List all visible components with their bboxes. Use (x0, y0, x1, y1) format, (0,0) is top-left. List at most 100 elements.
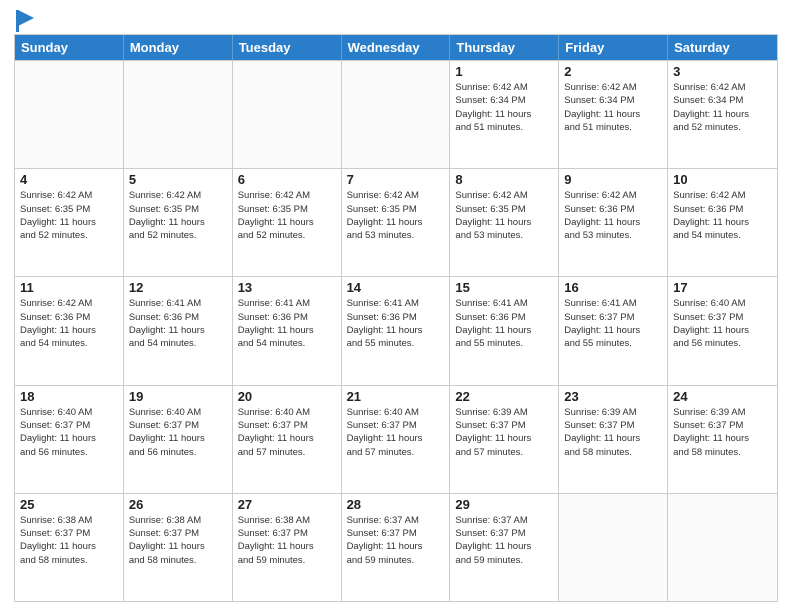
day-number: 29 (455, 497, 553, 512)
day-info: Sunrise: 6:42 AM Sunset: 6:35 PM Dayligh… (238, 189, 336, 242)
day-cell-10: 10 Sunrise: 6:42 AM Sunset: 6:36 PM Dayli… (668, 169, 777, 276)
day-info: Sunrise: 6:41 AM Sunset: 6:36 PM Dayligh… (238, 297, 336, 350)
day-info: Sunrise: 6:40 AM Sunset: 6:37 PM Dayligh… (129, 406, 227, 459)
day-cell-11: 11 Sunrise: 6:42 AM Sunset: 6:36 PM Dayli… (15, 277, 124, 384)
day-info: Sunrise: 6:40 AM Sunset: 6:37 PM Dayligh… (20, 406, 118, 459)
day-info: Sunrise: 6:42 AM Sunset: 6:36 PM Dayligh… (673, 189, 772, 242)
day-number: 5 (129, 172, 227, 187)
day-cell-5: 5 Sunrise: 6:42 AM Sunset: 6:35 PM Daylig… (124, 169, 233, 276)
logo-icon (16, 10, 34, 32)
week-row-4: 18Sunrise: 6:40 AM Sunset: 6:37 PM Dayli… (15, 385, 777, 493)
day-number: 12 (129, 280, 227, 295)
header-day-saturday: Saturday (668, 35, 777, 60)
day-number: 22 (455, 389, 553, 404)
header (14, 10, 778, 28)
day-cell-26: 26 Sunrise: 6:38 AM Sunset: 6:37 PM Dayli… (124, 494, 233, 601)
calendar-body: 1 Sunrise: 6:42 AM Sunset: 6:34 PM Daylig… (15, 60, 777, 601)
day-cell-21: 21 Sunrise: 6:40 AM Sunset: 6:37 PM Dayli… (342, 386, 451, 493)
day-number: 28 (347, 497, 445, 512)
day-info: Sunrise: 6:40 AM Sunset: 6:37 PM Dayligh… (238, 406, 336, 459)
week-row-3: 11 Sunrise: 6:42 AM Sunset: 6:36 PM Dayli… (15, 276, 777, 384)
header-day-wednesday: Wednesday (342, 35, 451, 60)
day-info: Sunrise: 6:42 AM Sunset: 6:35 PM Dayligh… (20, 189, 118, 242)
day-info: Sunrise: 6:42 AM Sunset: 6:35 PM Dayligh… (347, 189, 445, 242)
day-number: 2 (564, 64, 662, 79)
day-cell-8: 8 Sunrise: 6:42 AM Sunset: 6:35 PM Daylig… (450, 169, 559, 276)
calendar: SundayMondayTuesdayWednesdayThursdayFrid… (14, 34, 778, 602)
day-number: 15 (455, 280, 553, 295)
day-number: 9 (564, 172, 662, 187)
day-info: Sunrise: 6:41 AM Sunset: 6:36 PM Dayligh… (347, 297, 445, 350)
day-cell-14: 14 Sunrise: 6:41 AM Sunset: 6:36 PM Dayli… (342, 277, 451, 384)
day-info: Sunrise: 6:41 AM Sunset: 6:37 PM Dayligh… (564, 297, 662, 350)
day-cell-empty (124, 61, 233, 168)
day-info: Sunrise: 6:42 AM Sunset: 6:35 PM Dayligh… (455, 189, 553, 242)
day-cell-16: 16Sunrise: 6:41 AM Sunset: 6:37 PM Dayli… (559, 277, 668, 384)
day-cell-24: 24 Sunrise: 6:39 AM Sunset: 6:37 PM Dayli… (668, 386, 777, 493)
day-cell-4: 4 Sunrise: 6:42 AM Sunset: 6:35 PM Daylig… (15, 169, 124, 276)
day-number: 4 (20, 172, 118, 187)
day-cell-25: 25 Sunrise: 6:38 AM Sunset: 6:37 PM Dayli… (15, 494, 124, 601)
week-row-5: 25 Sunrise: 6:38 AM Sunset: 6:37 PM Dayli… (15, 493, 777, 601)
day-info: Sunrise: 6:42 AM Sunset: 6:34 PM Dayligh… (673, 81, 772, 134)
day-info: Sunrise: 6:37 AM Sunset: 6:37 PM Dayligh… (347, 514, 445, 567)
week-row-2: 4 Sunrise: 6:42 AM Sunset: 6:35 PM Daylig… (15, 168, 777, 276)
header-day-sunday: Sunday (15, 35, 124, 60)
day-info: Sunrise: 6:42 AM Sunset: 6:35 PM Dayligh… (129, 189, 227, 242)
day-number: 14 (347, 280, 445, 295)
day-info: Sunrise: 6:40 AM Sunset: 6:37 PM Dayligh… (673, 297, 772, 350)
header-day-tuesday: Tuesday (233, 35, 342, 60)
day-number: 13 (238, 280, 336, 295)
day-info: Sunrise: 6:42 AM Sunset: 6:34 PM Dayligh… (564, 81, 662, 134)
day-cell-1: 1 Sunrise: 6:42 AM Sunset: 6:34 PM Daylig… (450, 61, 559, 168)
day-info: Sunrise: 6:42 AM Sunset: 6:34 PM Dayligh… (455, 81, 553, 134)
day-cell-3: 3 Sunrise: 6:42 AM Sunset: 6:34 PM Daylig… (668, 61, 777, 168)
day-number: 26 (129, 497, 227, 512)
day-number: 10 (673, 172, 772, 187)
day-info: Sunrise: 6:42 AM Sunset: 6:36 PM Dayligh… (564, 189, 662, 242)
day-cell-9: 9 Sunrise: 6:42 AM Sunset: 6:36 PM Daylig… (559, 169, 668, 276)
day-number: 27 (238, 497, 336, 512)
header-day-friday: Friday (559, 35, 668, 60)
day-number: 7 (347, 172, 445, 187)
day-number: 11 (20, 280, 118, 295)
day-cell-29: 29 Sunrise: 6:37 AM Sunset: 6:37 PM Dayli… (450, 494, 559, 601)
day-number: 24 (673, 389, 772, 404)
day-info: Sunrise: 6:38 AM Sunset: 6:37 PM Dayligh… (129, 514, 227, 567)
day-number: 3 (673, 64, 772, 79)
day-cell-19: 19 Sunrise: 6:40 AM Sunset: 6:37 PM Dayli… (124, 386, 233, 493)
header-day-monday: Monday (124, 35, 233, 60)
day-cell-12: 12Sunrise: 6:41 AM Sunset: 6:36 PM Dayli… (124, 277, 233, 384)
day-cell-7: 7 Sunrise: 6:42 AM Sunset: 6:35 PM Daylig… (342, 169, 451, 276)
day-number: 8 (455, 172, 553, 187)
day-cell-20: 20Sunrise: 6:40 AM Sunset: 6:37 PM Dayli… (233, 386, 342, 493)
day-cell-23: 23Sunrise: 6:39 AM Sunset: 6:37 PM Dayli… (559, 386, 668, 493)
logo (14, 10, 34, 28)
day-cell-empty (233, 61, 342, 168)
day-cell-28: 28 Sunrise: 6:37 AM Sunset: 6:37 PM Dayli… (342, 494, 451, 601)
header-day-thursday: Thursday (450, 35, 559, 60)
day-info: Sunrise: 6:40 AM Sunset: 6:37 PM Dayligh… (347, 406, 445, 459)
day-cell-18: 18Sunrise: 6:40 AM Sunset: 6:37 PM Dayli… (15, 386, 124, 493)
calendar-header-row: SundayMondayTuesdayWednesdayThursdayFrid… (15, 35, 777, 60)
day-info: Sunrise: 6:39 AM Sunset: 6:37 PM Dayligh… (564, 406, 662, 459)
day-info: Sunrise: 6:39 AM Sunset: 6:37 PM Dayligh… (673, 406, 772, 459)
day-cell-empty (559, 494, 668, 601)
day-info: Sunrise: 6:42 AM Sunset: 6:36 PM Dayligh… (20, 297, 118, 350)
day-info: Sunrise: 6:38 AM Sunset: 6:37 PM Dayligh… (20, 514, 118, 567)
page: SundayMondayTuesdayWednesdayThursdayFrid… (0, 0, 792, 612)
day-cell-22: 22Sunrise: 6:39 AM Sunset: 6:37 PM Dayli… (450, 386, 559, 493)
day-info: Sunrise: 6:37 AM Sunset: 6:37 PM Dayligh… (455, 514, 553, 567)
day-info: Sunrise: 6:41 AM Sunset: 6:36 PM Dayligh… (455, 297, 553, 350)
day-cell-27: 27 Sunrise: 6:38 AM Sunset: 6:37 PM Dayli… (233, 494, 342, 601)
day-number: 25 (20, 497, 118, 512)
day-info: Sunrise: 6:38 AM Sunset: 6:37 PM Dayligh… (238, 514, 336, 567)
day-number: 19 (129, 389, 227, 404)
week-row-1: 1 Sunrise: 6:42 AM Sunset: 6:34 PM Daylig… (15, 60, 777, 168)
day-cell-2: 2 Sunrise: 6:42 AM Sunset: 6:34 PM Daylig… (559, 61, 668, 168)
day-number: 21 (347, 389, 445, 404)
day-number: 1 (455, 64, 553, 79)
day-cell-empty (342, 61, 451, 168)
day-cell-6: 6Sunrise: 6:42 AM Sunset: 6:35 PM Daylig… (233, 169, 342, 276)
day-cell-empty (15, 61, 124, 168)
